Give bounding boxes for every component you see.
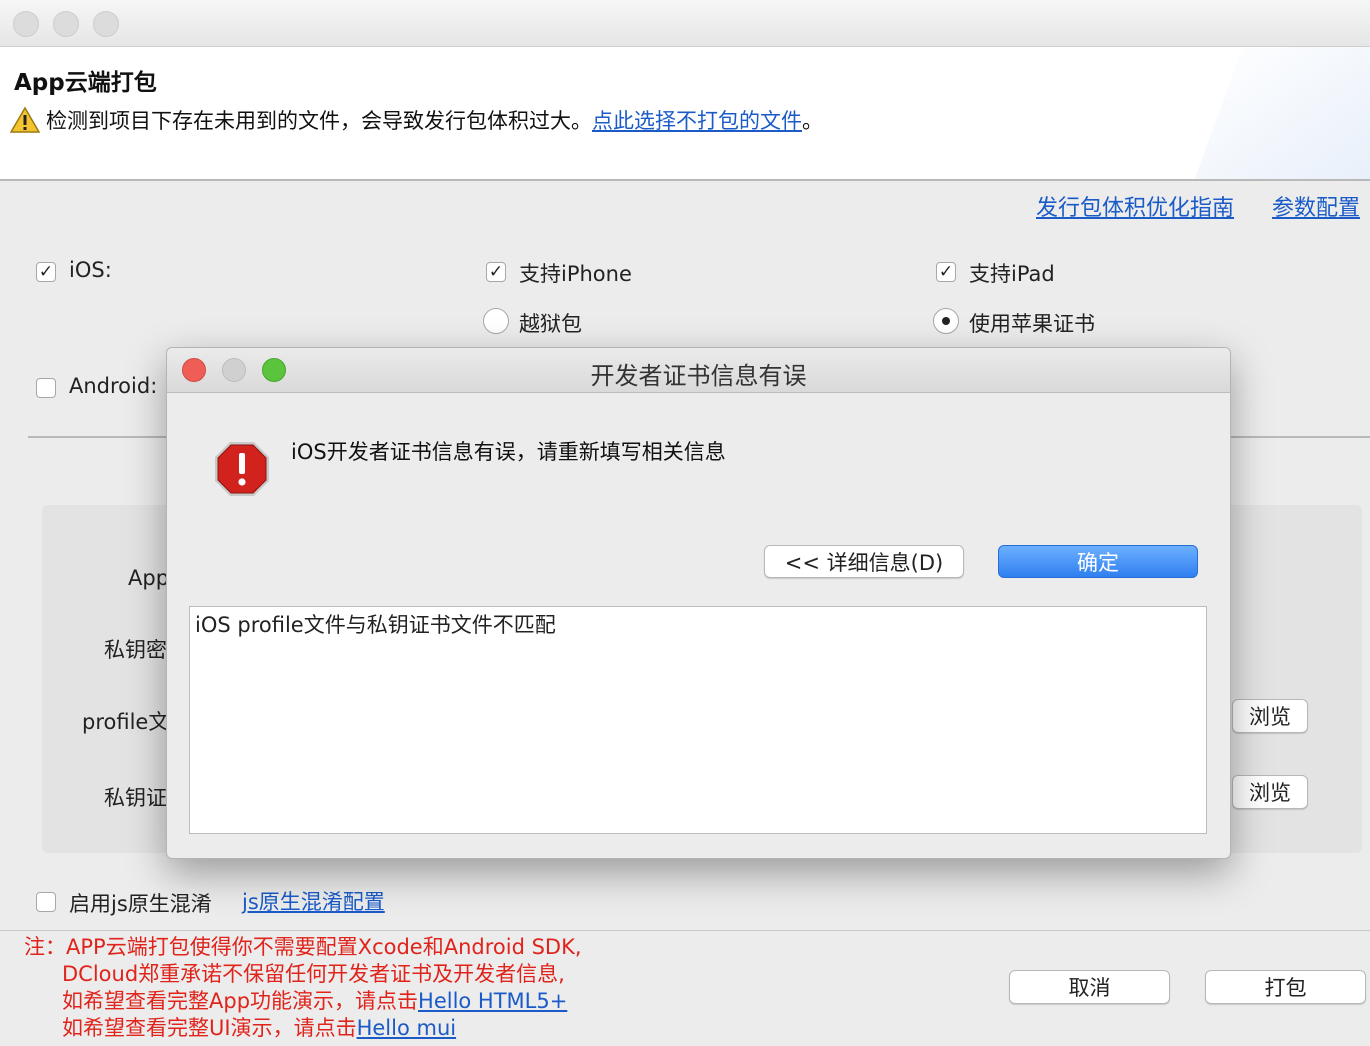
apple-cert-label: 使用苹果证书 (969, 312, 1095, 336)
size-optimization-guide-link[interactable]: 发行包体积优化指南 (1036, 190, 1234, 222)
app-field-label: App (128, 566, 170, 590)
window-close-button[interactable] (13, 11, 39, 37)
ok-button[interactable]: 确定 (998, 545, 1198, 578)
dialog-message: iOS开发者证书信息有误，请重新填写相关信息 (291, 440, 726, 464)
apple-cert-radio[interactable] (933, 308, 959, 334)
dialog-titlebar: 开发者证书信息有误 (167, 348, 1230, 393)
cloud-pack-note: 注：APP云端打包使得你不需要配置Xcode和Android SDK, DClo… (24, 934, 582, 1042)
note-line-4-text: 如希望查看完整UI演示，请点击 (62, 1016, 357, 1040)
key-password-field-label: 私钥密 (104, 638, 167, 662)
browse-profile-button[interactable]: 浏览 (1232, 699, 1308, 733)
js-obfuscation-config-link[interactable]: js原生混淆配置 (242, 886, 385, 916)
hello-mui-link[interactable]: Hello mui (357, 1016, 457, 1040)
key-cert-field-label: 私钥证 (104, 786, 167, 810)
pack-button[interactable]: 打包 (1205, 970, 1366, 1004)
certificate-error-dialog: 开发者证书信息有误 iOS开发者证书信息有误，请重新填写相关信息 << 详细信息… (166, 347, 1231, 859)
window-zoom-button[interactable] (93, 11, 119, 37)
android-checkbox[interactable] (36, 378, 56, 398)
note-line-4: 如希望查看完整UI演示，请点击Hello mui (24, 1015, 582, 1042)
window-titlebar (0, 0, 1370, 47)
note-line-3-text: 如希望查看完整App功能演示，请点击 (62, 989, 419, 1013)
hello-html5-link[interactable]: Hello HTML5+ (418, 989, 567, 1013)
support-iphone-checkbox[interactable]: ✓ (486, 262, 506, 282)
browse-key-cert-button[interactable]: 浏览 (1232, 775, 1308, 809)
ios-label: iOS: (69, 258, 112, 282)
dialog-title: 开发者证书信息有误 (590, 362, 807, 390)
note-line-3: 如希望查看完整App功能演示，请点击Hello HTML5+ (24, 988, 582, 1015)
js-obfuscation-label: 启用js原生混淆 (69, 892, 212, 916)
warning-icon (10, 106, 40, 133)
warning-text: 检测到项目下存在未用到的文件，会导致发行包体积过大。 (46, 109, 592, 133)
error-icon (215, 442, 269, 496)
jailbreak-label: 越狱包 (519, 312, 582, 336)
js-obfuscation-checkbox[interactable] (36, 892, 56, 912)
note-line-2: DCloud郑重承诺不保留任何开发者证书及开发者信息, (62, 962, 565, 986)
select-unpacked-files-link[interactable]: 点此选择不打包的文件 (592, 105, 802, 135)
details-button[interactable]: << 详细信息(D) (764, 545, 964, 578)
ios-checkbox[interactable]: ✓ (36, 262, 56, 282)
cancel-button[interactable]: 取消 (1009, 970, 1170, 1004)
note-line-1: 注：APP云端打包使得你不需要配置Xcode和Android SDK, (24, 935, 582, 959)
page-title: App云端打包 (14, 70, 157, 96)
support-ipad-checkbox[interactable]: ✓ (936, 262, 956, 282)
support-ipad-label: 支持iPad (969, 262, 1055, 286)
param-config-link[interactable]: 参数配置 (1272, 190, 1360, 222)
header-decoration (1162, 47, 1370, 179)
jailbreak-radio[interactable] (483, 308, 509, 334)
unused-files-warning: 检测到项目下存在未用到的文件，会导致发行包体积过大。 点此选择不打包的文件。 (10, 105, 823, 135)
android-label: Android: (69, 374, 158, 398)
window-minimize-button[interactable] (53, 11, 79, 37)
warning-suffix: 。 (802, 109, 823, 133)
radio-selected-dot (942, 317, 950, 325)
profile-field-label: profile文 (82, 710, 170, 734)
header-panel: App云端打包 检测到项目下存在未用到的文件，会导致发行包体积过大。 点此选择不打… (0, 47, 1370, 181)
footer-divider (0, 930, 1370, 931)
support-iphone-label: 支持iPhone (519, 262, 632, 286)
details-textarea[interactable]: iOS profile文件与私钥证书文件不匹配 (189, 606, 1207, 834)
